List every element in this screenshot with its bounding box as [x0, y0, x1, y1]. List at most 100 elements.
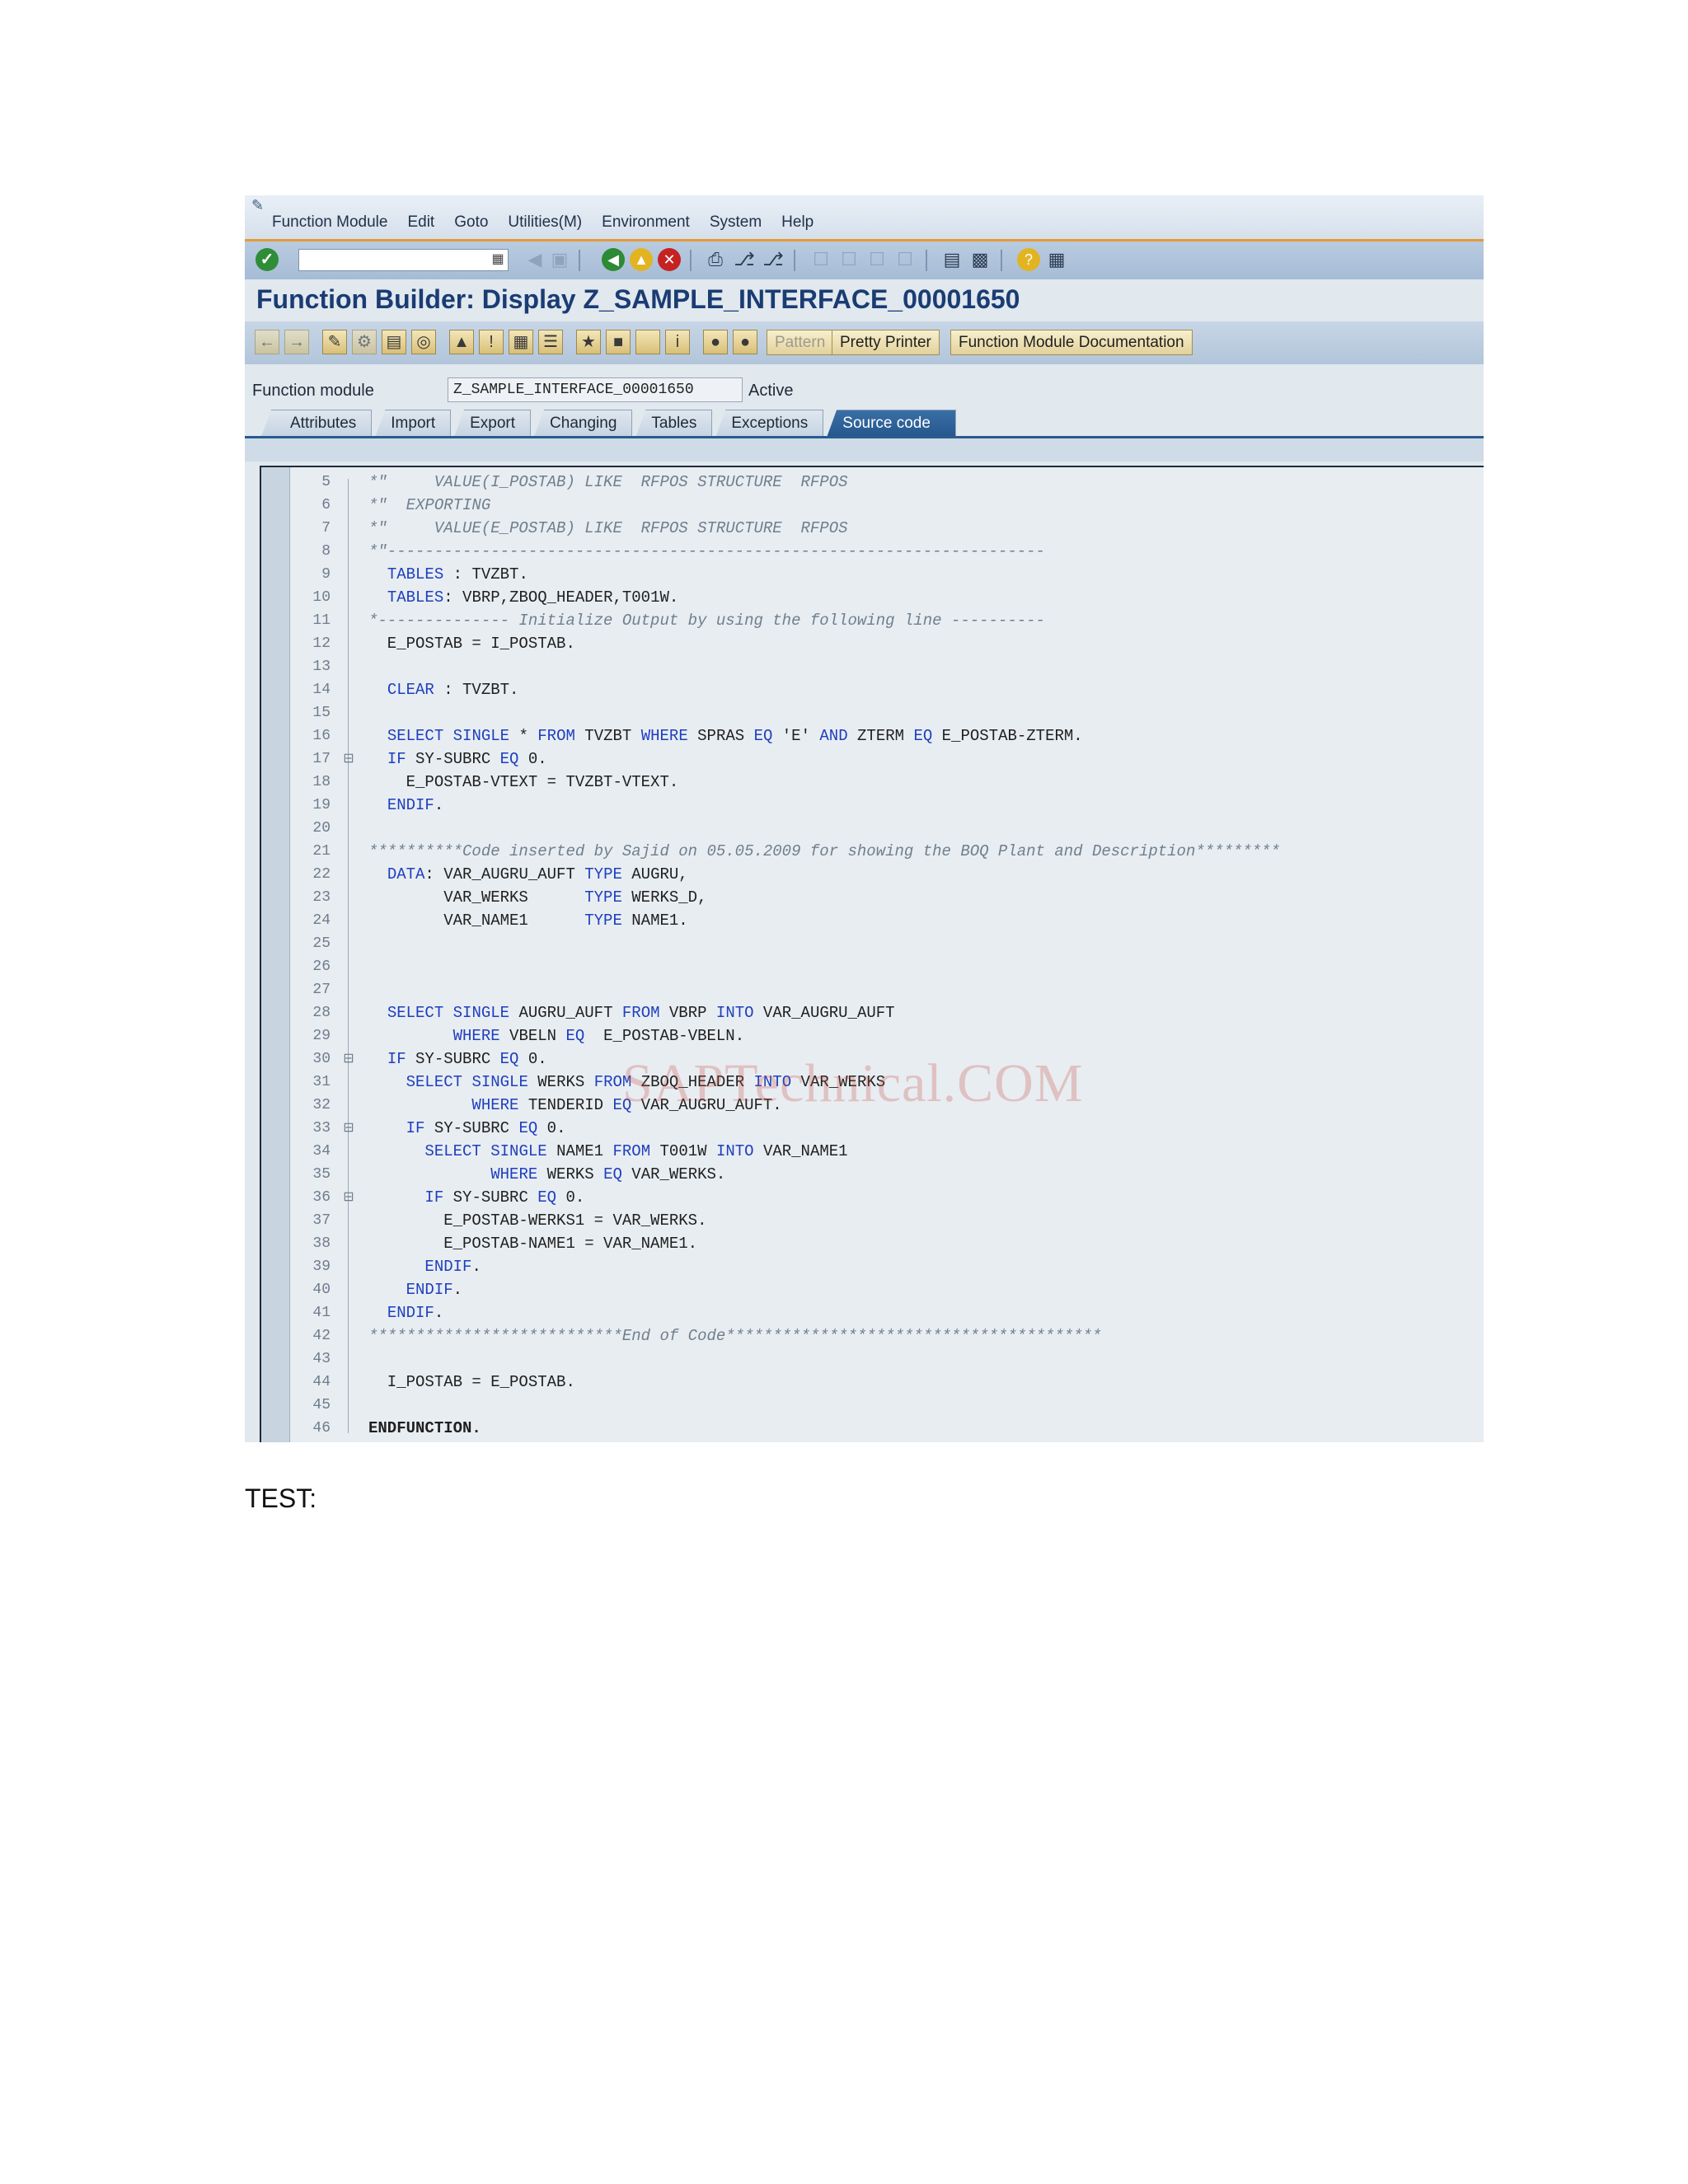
code-line[interactable]: 25: [289, 932, 1476, 955]
code-line[interactable]: 18 E_POSTAB-VTEXT = TVZBT-VTEXT.: [289, 771, 1476, 794]
code-line[interactable]: 19 ENDIF.: [289, 794, 1476, 817]
tab-exceptions[interactable]: Exceptions: [715, 410, 824, 437]
fold-toggle-icon[interactable]: ⊟: [340, 751, 357, 767]
cancel-icon[interactable]: ✕: [658, 248, 681, 271]
other-object-icon[interactable]: ▤: [382, 330, 406, 354]
pretty-printer-button[interactable]: Pretty Printer: [832, 330, 940, 355]
test-icon[interactable]: !: [479, 330, 504, 354]
code-line[interactable]: 40 ENDIF.: [289, 1278, 1476, 1301]
code-line[interactable]: 36 ⊟ IF SY-SUBRC EQ 0.: [289, 1186, 1476, 1209]
find-next-icon[interactable]: ⎇: [762, 248, 785, 271]
code-line[interactable]: 13: [289, 655, 1476, 678]
fold-toggle-icon[interactable]: ⊟: [340, 1189, 357, 1206]
code-line[interactable]: 41 ENDIF.: [289, 1301, 1476, 1324]
print-icon[interactable]: ⎙: [704, 248, 727, 271]
code-line[interactable]: 10 TABLES: VBRP,ZBOQ_HEADER,T001W.: [289, 586, 1476, 609]
code-line[interactable]: 37 E_POSTAB-WERKS1 = VAR_WERKS.: [289, 1209, 1476, 1232]
code-line[interactable]: 23 VAR_WERKS TYPE WERKS_D,: [289, 886, 1476, 909]
code-line[interactable]: 38 E_POSTAB-NAME1 = VAR_NAME1.: [289, 1232, 1476, 1255]
help-icon[interactable]: ?: [1017, 248, 1040, 271]
tab-export[interactable]: Export: [454, 410, 532, 437]
exit-icon[interactable]: ▲: [630, 248, 653, 271]
last-page-icon[interactable]: ☐: [893, 248, 917, 271]
first-page-icon[interactable]: ☐: [809, 248, 832, 271]
active-inactive-icon[interactable]: ⚙: [352, 330, 377, 354]
enter-icon[interactable]: ✓: [256, 248, 279, 271]
code-line[interactable]: 9 TABLES : TVZBT.: [289, 563, 1476, 586]
blank-icon[interactable]: [635, 330, 660, 354]
fold-toggle-icon[interactable]: ⊟: [340, 1120, 357, 1137]
code-line[interactable]: 6 *" EXPORTING: [289, 494, 1476, 517]
forward-arrow-icon[interactable]: →: [284, 330, 309, 354]
code-line[interactable]: 43: [289, 1347, 1476, 1371]
code-line[interactable]: 26: [289, 955, 1476, 978]
breakpoint-icon[interactable]: ●: [703, 330, 728, 354]
next-page-icon[interactable]: ☐: [865, 248, 889, 271]
check-icon[interactable]: ◎: [411, 330, 436, 354]
code-line[interactable]: 27: [289, 978, 1476, 1001]
code-line[interactable]: 35 WHERE WERKS EQ VAR_WERKS.: [289, 1163, 1476, 1186]
code-line[interactable]: 21 **********Code inserted by Sajid on 05…: [289, 840, 1476, 863]
layout-icon[interactable]: ▦: [1045, 248, 1068, 271]
menu-function-module[interactable]: Function Module: [272, 213, 387, 232]
code-line[interactable]: 46 ENDFUNCTION.: [289, 1417, 1476, 1440]
tab-import[interactable]: Import: [375, 410, 452, 437]
info-icon[interactable]: i: [665, 330, 690, 354]
back-icon[interactable]: ◀: [602, 248, 625, 271]
code-line[interactable]: 17 ⊟ IF SY-SUBRC EQ 0.: [289, 748, 1476, 771]
code-line[interactable]: 44 I_POSTAB = E_POSTAB.: [289, 1371, 1476, 1394]
where-used-icon[interactable]: ▦: [509, 330, 533, 354]
code-line[interactable]: 7 *" VALUE(E_POSTAB) LIKE RFPOS STRUCTURE…: [289, 517, 1476, 540]
hierarchy-icon[interactable]: ■: [606, 330, 631, 354]
code-line[interactable]: 16 SELECT SINGLE * FROM TVZBT WHERE SPRA…: [289, 724, 1476, 748]
line-number: 13: [312, 658, 331, 675]
code-line[interactable]: 45: [289, 1394, 1476, 1417]
menu-help[interactable]: Help: [781, 213, 814, 232]
function-module-documentation-button[interactable]: Function Module Documentation: [950, 330, 1193, 355]
tab-tables[interactable]: Tables: [635, 410, 713, 437]
prev-page-icon[interactable]: ☐: [837, 248, 860, 271]
code-line[interactable]: 28 SELECT SINGLE AUGRU_AUFT FROM VBRP IN…: [289, 1001, 1476, 1024]
create-session-icon[interactable]: ▤: [940, 248, 964, 271]
code-line[interactable]: 5 *" VALUE(I_POSTAB) LIKE RFPOS STRUCTURE…: [289, 471, 1476, 494]
code-line[interactable]: 12 E_POSTAB = I_POSTAB.: [289, 632, 1476, 655]
code-line[interactable]: 11 *-------------- Initialize Output by u…: [289, 609, 1476, 632]
code-line[interactable]: 34 SELECT SINGLE NAME1 FROM T001W INTO V…: [289, 1140, 1476, 1163]
save-icon[interactable]: ▣: [548, 248, 571, 271]
fold-toggle-icon[interactable]: ⊟: [340, 1051, 357, 1067]
display-change-icon[interactable]: ✎: [322, 330, 347, 354]
code-line[interactable]: 8 *"-------------------------------------…: [289, 540, 1476, 563]
source-code-editor[interactable]: 5 *" VALUE(I_POSTAB) LIKE RFPOS STRUCTURE…: [260, 466, 1484, 1442]
menu-environment[interactable]: Environment: [602, 213, 690, 232]
command-history-icon[interactable]: ▦: [490, 251, 506, 269]
command-field[interactable]: [298, 249, 509, 271]
pattern-button[interactable]: Pattern: [767, 330, 834, 355]
system-menu-icon[interactable]: ✎: [251, 198, 268, 213]
menu-utilities[interactable]: Utilities(M): [508, 213, 582, 232]
tab-attributes[interactable]: Attributes: [261, 410, 373, 437]
function-module-field[interactable]: Z_SAMPLE_INTERFACE_00001650: [448, 377, 743, 402]
code-line[interactable]: 22 DATA: VAR_AUGRU_AUFT TYPE AUGRU,: [289, 863, 1476, 886]
back-arrow-icon[interactable]: ◀: [523, 248, 546, 271]
menu-edit[interactable]: Edit: [407, 213, 434, 232]
line-number: 5: [321, 474, 331, 490]
tab-source-code[interactable]: Source code: [827, 410, 956, 437]
code-line[interactable]: 15: [289, 701, 1476, 724]
object-list-icon[interactable]: ☰: [538, 330, 563, 354]
tab-changing[interactable]: Changing: [534, 410, 633, 437]
activate-icon[interactable]: ▲: [449, 330, 474, 354]
menu-goto[interactable]: Goto: [454, 213, 488, 232]
external-breakpoint-icon[interactable]: ●: [733, 330, 757, 354]
code-line[interactable]: 24 VAR_NAME1 TYPE NAME1.: [289, 909, 1476, 932]
navigation-icon[interactable]: ★: [576, 330, 601, 354]
code-line[interactable]: 39 ENDIF.: [289, 1255, 1476, 1278]
code-line[interactable]: 42 ***************************End of Code…: [289, 1324, 1476, 1347]
code-line[interactable]: 29 WHERE VBELN EQ E_POSTAB-VBELN.: [289, 1024, 1476, 1047]
shortcut-icon[interactable]: ▩: [968, 248, 992, 271]
code-line[interactable]: 14 CLEAR : TVZBT.: [289, 678, 1476, 701]
menu-system[interactable]: System: [710, 213, 762, 232]
find-icon[interactable]: ⎇: [733, 248, 756, 271]
code-line[interactable]: 33 ⊟ IF SY-SUBRC EQ 0.: [289, 1117, 1476, 1140]
back-arrow-icon[interactable]: ←: [255, 330, 279, 354]
code-line[interactable]: 20: [289, 817, 1476, 840]
